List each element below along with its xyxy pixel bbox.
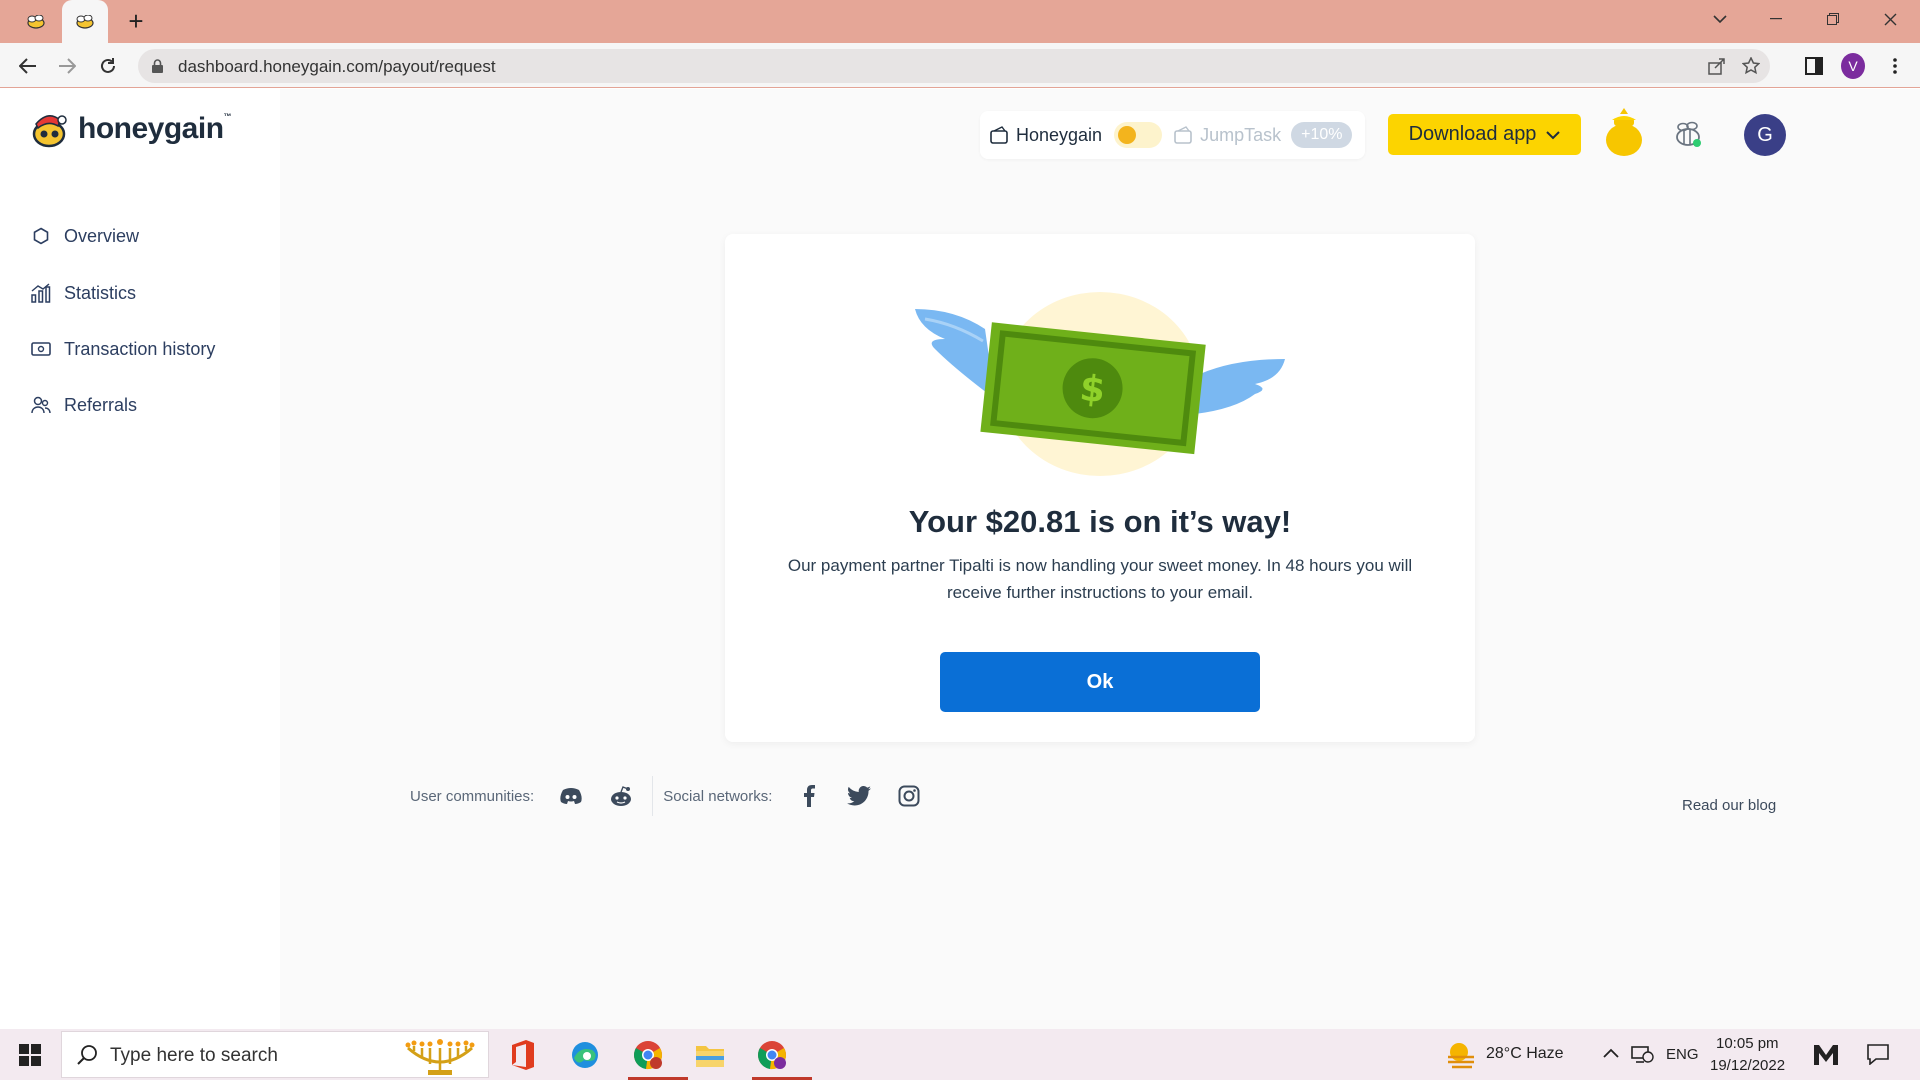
facebook-icon[interactable] <box>796 783 822 809</box>
sidebar-item-overview[interactable]: Overview <box>30 222 139 250</box>
sidebar-item-referrals[interactable]: Referrals <box>30 391 137 419</box>
hexagon-icon <box>30 225 52 247</box>
notifications-icon[interactable] <box>1866 1043 1890 1065</box>
sidebar: honeygain™ Overview Statistics Transacti… <box>0 89 280 1029</box>
brand-tm: ™ <box>223 112 232 121</box>
menorah-icon <box>405 1039 475 1075</box>
weather-text[interactable]: 28°C Haze <box>1486 1045 1564 1063</box>
lock-icon <box>152 59 163 73</box>
bar-chart-icon <box>30 282 52 304</box>
honeygain-logo[interactable]: honeygain™ <box>28 109 231 149</box>
sidebar-item-label: Referrals <box>64 394 138 415</box>
close-window-button[interactable] <box>1862 0 1918 38</box>
sidebar-item-label: Overview <box>64 225 140 246</box>
clock-time[interactable]: 10:05 pm <box>1716 1035 1779 1052</box>
chrome-app-icon-2[interactable] <box>752 1035 812 1080</box>
payout-title: Your $20.81 is on it’s way! <box>908 504 1292 539</box>
download-app-label: Download app <box>1408 123 1537 145</box>
new-tab-button[interactable]: + <box>122 8 150 36</box>
forward-button[interactable] <box>53 52 81 80</box>
app-logo-tray-icon[interactable] <box>1812 1043 1840 1067</box>
app-toggle[interactable] <box>1114 122 1163 148</box>
honey-pot-icon[interactable] <box>1602 106 1646 158</box>
tray-chevron-up-icon[interactable] <box>1603 1047 1619 1059</box>
reddit-icon[interactable] <box>608 783 634 809</box>
taskbar-search[interactable]: Type here to search <box>61 1031 489 1078</box>
main-content: Honeygain JumpTask +10% Download app G $… <box>280 89 1920 1029</box>
restore-button[interactable] <box>1805 0 1861 38</box>
office-app-icon[interactable] <box>503 1035 543 1075</box>
footer: User communities: Social networks: <box>410 776 1780 816</box>
discord-icon[interactable] <box>558 783 584 809</box>
communities-label: User communities: <box>410 787 535 805</box>
url-text[interactable]: dashboard.honeygain.com/payout/request <box>178 57 496 77</box>
back-button[interactable] <box>14 52 42 80</box>
browser-tab-bar: + <box>0 0 1920 43</box>
social-label: Social networks: <box>663 787 773 805</box>
payout-success-card: $ Your $20.81 is on it’s way! Our paymen… <box>725 234 1475 742</box>
file-explorer-icon[interactable] <box>690 1035 730 1075</box>
twitter-icon[interactable] <box>846 783 872 809</box>
sidebar-item-label: Transaction history <box>64 338 216 359</box>
browser-tab[interactable] <box>10 0 62 43</box>
bee-notification-icon[interactable] <box>1672 121 1704 149</box>
browser-toolbar: dashboard.honeygain.com/payout/request V <box>0 43 1920 88</box>
bonus-badge: +10% <box>1291 122 1353 148</box>
language-indicator[interactable]: ENG <box>1666 1046 1699 1063</box>
read-blog-link[interactable]: Read our blog <box>1682 797 1776 814</box>
windows-taskbar: Type here to search 28°C Haze ENG 10:05 … <box>0 1029 1920 1080</box>
address-bar[interactable]: dashboard.honeygain.com/payout/request <box>138 49 1770 83</box>
jumptask-switch-item[interactable]: JumpTask +10% <box>1174 122 1353 148</box>
brand-name-text: honeygain <box>78 112 224 145</box>
payout-description: Our payment partner Tipalti is now handl… <box>787 556 1413 602</box>
download-app-button[interactable]: Download app <box>1388 114 1581 155</box>
footer-divider <box>652 776 654 816</box>
tab-search-chevron-icon[interactable] <box>1692 0 1748 38</box>
profile-avatar[interactable]: V <box>1841 53 1865 79</box>
share-icon[interactable] <box>1708 57 1726 75</box>
honeygain-bee-logo-icon <box>32 115 67 148</box>
users-icon <box>30 394 52 416</box>
honeygain-label: Honeygain <box>1016 124 1103 145</box>
flying-money-illustration: $ <box>915 292 1285 476</box>
honeygain-favicon-icon <box>27 14 45 29</box>
app-switcher: Honeygain JumpTask +10% <box>980 111 1365 159</box>
weather-haze-icon[interactable] <box>1446 1040 1476 1070</box>
browser-menu-icon[interactable] <box>1883 54 1907 78</box>
chrome-app-icon-1[interactable] <box>628 1035 688 1080</box>
ok-button[interactable]: Ok <box>940 652 1260 712</box>
page: honeygain™ Overview Statistics Transacti… <box>0 89 1920 1029</box>
sidebar-item-label: Statistics <box>64 282 137 303</box>
user-avatar[interactable]: G <box>1744 114 1786 156</box>
sidebar-item-statistics[interactable]: Statistics <box>30 279 136 307</box>
side-panel-icon[interactable] <box>1802 54 1826 78</box>
clock-date[interactable]: 19/12/2022 <box>1710 1057 1785 1074</box>
honeygain-switch-item[interactable]: Honeygain <box>990 125 1102 146</box>
bookmark-star-icon[interactable] <box>1742 57 1760 75</box>
honeygain-wallet-icon <box>990 126 1008 144</box>
svg-text:$: $ <box>1078 368 1107 411</box>
profile-initial: V <box>1841 53 1865 79</box>
chevron-down-icon <box>1546 130 1561 139</box>
network-icon[interactable] <box>1630 1043 1654 1065</box>
wallet-icon <box>30 338 52 360</box>
reload-button[interactable] <box>94 52 122 80</box>
windows-start-icon[interactable] <box>10 1039 50 1071</box>
brand-name: honeygain™ <box>78 112 231 146</box>
minimize-button[interactable] <box>1748 0 1804 38</box>
instagram-icon[interactable] <box>896 783 922 809</box>
toggle-knob <box>1118 126 1137 144</box>
edge-app-icon[interactable] <box>565 1035 605 1075</box>
honeygain-favicon-icon <box>76 14 94 29</box>
sidebar-item-transaction-history[interactable]: Transaction history <box>30 335 215 363</box>
jumptask-wallet-icon <box>1174 126 1192 144</box>
search-placeholder: Type here to search <box>110 1045 278 1066</box>
search-icon <box>77 1045 97 1065</box>
jumptask-label: JumpTask <box>1200 124 1282 145</box>
browser-tab-active[interactable] <box>62 0 108 43</box>
